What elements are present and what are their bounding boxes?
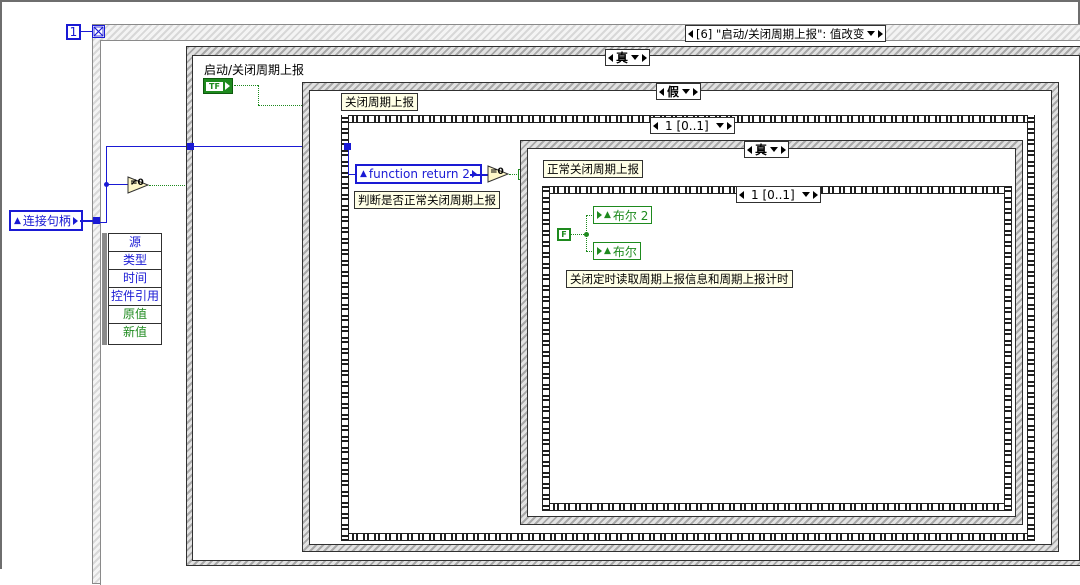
inner-true-comment: 正常关闭周期上报	[543, 160, 643, 178]
frame-index-label: 1	[66, 24, 81, 40]
chevron-down-icon[interactable]	[867, 31, 876, 36]
inner-sequence-left-border	[542, 186, 550, 511]
event-field-source[interactable]: 源	[109, 234, 161, 252]
not-equal-zero-node[interactable]: ≠0	[127, 176, 150, 194]
connection-handle-control[interactable]: ▲ 连接句柄	[9, 210, 83, 231]
inner-true-case-label: 真	[755, 143, 768, 157]
outer-case-label: 真	[616, 51, 629, 65]
not-equal-zero-label: ≠0	[130, 178, 144, 188]
event-field-newval[interactable]: 新值	[109, 324, 161, 341]
sequence-right-border	[1027, 115, 1035, 541]
bool2-terminal-icon	[597, 211, 602, 219]
false-constant[interactable]: F	[557, 228, 571, 241]
inner-true-prev-icon[interactable]	[747, 145, 752, 154]
equal-zero-node[interactable]: =0	[487, 165, 510, 183]
inner-true-case-selector[interactable]: 真	[744, 141, 790, 158]
connection-handle-label: 连接句柄	[22, 214, 71, 228]
function-return-2-local[interactable]: ▲ function return 2	[355, 164, 482, 184]
wire-green-bool-v	[258, 85, 259, 105]
wire-fr-compare	[470, 174, 488, 176]
wire-to-case	[106, 146, 190, 147]
sequence-left-border	[341, 115, 349, 541]
inner-sequence-selector[interactable]: 1 [0..1]	[736, 186, 821, 203]
close-timer-comment: 关闭定时读取周期上报信息和周期上报计时	[566, 270, 793, 288]
event-field-oldval[interactable]: 原值	[109, 306, 161, 324]
event-data-bar	[102, 233, 107, 345]
event-field-ctlref[interactable]: 控件引用	[109, 288, 161, 306]
tunnel-node	[93, 217, 100, 224]
frame-index-wire	[81, 31, 92, 32]
output-terminal-icon	[72, 216, 78, 225]
event-selector-label: [6] "启动/关闭周期上报": 值改变	[696, 26, 865, 41]
false-chevron-down-icon[interactable]	[682, 89, 691, 94]
inner-sequence-selector-label: 1 [0..1]	[751, 187, 795, 202]
false-case-label: 假	[667, 85, 680, 99]
function-return-label: function return 2	[368, 167, 470, 181]
equal-zero-label: =0	[490, 167, 504, 177]
judge-comment: 判断是否正常关闭周期上报	[354, 191, 500, 209]
wire-green-bool-h1	[234, 85, 258, 86]
bool2-house-icon: ▲	[604, 210, 611, 220]
inner-sequence-prev-icon[interactable]	[739, 190, 744, 199]
false-next-icon[interactable]	[693, 87, 699, 96]
timeout-icon[interactable]	[92, 25, 105, 38]
sequence-bottom-border	[341, 533, 1035, 541]
bool-local-variable[interactable]: ▲ 布尔	[593, 242, 641, 260]
sequence-chevron-down-icon[interactable]	[715, 123, 724, 128]
bool-terminal-icon	[597, 247, 602, 255]
wire-left-join	[100, 222, 107, 223]
wire-green-neq	[149, 185, 189, 186]
function-return-house-icon: ▲	[360, 169, 367, 179]
outer-bool-terminal-icon	[224, 82, 230, 90]
inner-true-chevron-down-icon[interactable]	[770, 147, 779, 152]
event-field-time[interactable]: 时间	[109, 270, 161, 288]
false-case-selector[interactable]: 假	[656, 83, 702, 100]
house-icon: ▲	[14, 215, 21, 226]
bool-label: 布尔	[612, 244, 637, 259]
bool2-label: 布尔 2	[612, 208, 649, 223]
outer-control-label: 启动/关闭周期上报	[204, 63, 305, 77]
inner-sequence-bottom-border	[542, 503, 1012, 511]
event-selector[interactable]: [6] "启动/关闭周期上报": 值改变	[685, 25, 887, 42]
sequence-prev-icon[interactable]	[653, 121, 658, 130]
sequence-selector-label: 1 [0..1]	[665, 118, 709, 133]
event-field-type[interactable]: 类型	[109, 252, 161, 270]
outer-prev-icon[interactable]	[608, 53, 613, 62]
outer-bool-control[interactable]: TF	[203, 78, 233, 94]
wire-to-neq	[106, 184, 128, 185]
inner-true-next-icon[interactable]	[781, 145, 787, 154]
inner-sequence-chevron-down-icon[interactable]	[801, 192, 810, 197]
prev-arrow-icon[interactable]	[688, 29, 693, 38]
branch-dot-green	[584, 232, 589, 237]
next-arrow-icon[interactable]	[878, 29, 884, 38]
event-data-node[interactable]: 源 类型 时间 控件引用 原值 新值	[108, 233, 162, 345]
bool-house-icon: ▲	[604, 246, 611, 256]
inner-true-case-body	[527, 148, 1016, 517]
outer-next-icon[interactable]	[642, 53, 648, 62]
false-case-comment: 关闭周期上报	[341, 93, 418, 111]
branch-dot	[104, 182, 109, 187]
sequence-selector[interactable]: 1 [0..1]	[650, 117, 735, 134]
inner-sequence-right-border	[1004, 186, 1012, 511]
outer-case-selector[interactable]: 真	[605, 49, 651, 66]
wire-seq-v	[348, 146, 349, 174]
wire-green-bool-h2	[258, 105, 304, 106]
inner-sequence-next-icon[interactable]	[812, 190, 818, 199]
bool2-local-variable[interactable]: ▲ 布尔 2	[593, 206, 653, 224]
outer-bool-label: TF	[206, 81, 223, 91]
sequence-next-icon[interactable]	[726, 121, 732, 130]
outer-chevron-down-icon[interactable]	[631, 55, 640, 60]
false-prev-icon[interactable]	[659, 87, 664, 96]
